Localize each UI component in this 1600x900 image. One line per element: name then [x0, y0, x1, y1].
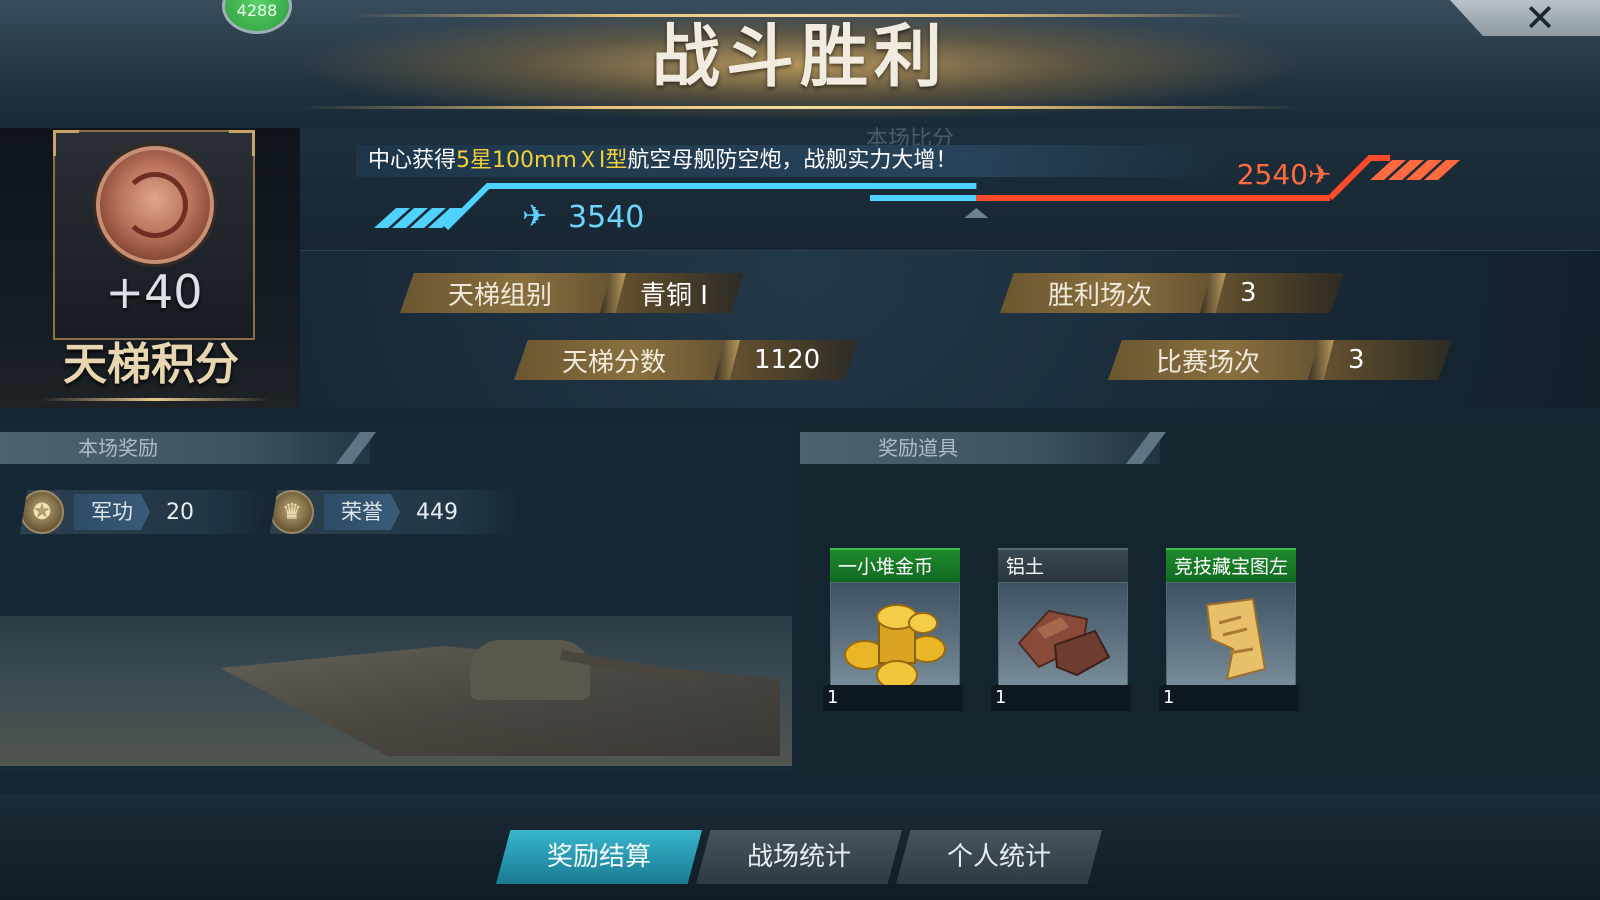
item-quantity: 1 — [991, 685, 1131, 711]
tab-reward-settlement[interactable]: 奖励结算 — [496, 830, 702, 884]
battleship-turret — [470, 640, 590, 700]
item-image: 1 — [991, 582, 1131, 711]
blue-team-score: 3540 — [568, 200, 645, 235]
blue-slope — [443, 183, 510, 231]
blue-team-aircraft-icon: ✈ — [522, 199, 548, 234]
close-icon[interactable]: ✕ — [1520, 0, 1560, 37]
ladder-points-label: 天梯积分 — [63, 339, 239, 390]
red-team-score: 2540 — [1236, 158, 1308, 191]
frame-corner-top-left — [53, 130, 79, 156]
tab-battle-stats[interactable]: 战场统计 — [696, 830, 902, 884]
ladder-group-label: 天梯组别 — [447, 280, 552, 311]
match-rewards-title: 本场奖励 — [78, 436, 158, 460]
merit-medal-icon: ✪ — [20, 490, 64, 534]
pill-divider — [1308, 340, 1334, 380]
reward-item-card[interactable]: 竞技藏宝图左 1 — [1159, 548, 1299, 712]
red-team-aircraft-icon: ✈ — [1308, 158, 1332, 191]
pill-divider — [600, 273, 626, 313]
tab-personal-stats[interactable]: 个人统计 — [896, 830, 1102, 884]
item-image: 1 — [1159, 582, 1299, 711]
reward-item-card[interactable]: 铝土 1 — [991, 548, 1131, 712]
pill-divider — [1200, 273, 1226, 313]
gold-coins-icon — [844, 604, 946, 690]
wins-pill: 胜利场次 3 — [1000, 273, 1344, 313]
wins-label: 胜利场次 — [1047, 280, 1152, 311]
ladder-score-value: 1120 — [754, 345, 821, 375]
matches-value: 3 — [1348, 345, 1365, 375]
merit-reward: ✪ 军功 20 — [20, 490, 266, 534]
reward-item-card[interactable]: 一小堆金币 1 — [823, 548, 963, 712]
merit-value: 20 — [166, 499, 194, 525]
honor-eagle-icon: ♛ — [270, 490, 314, 534]
ladder-group-value: 青铜 I — [640, 280, 708, 311]
item-name: 铝土 — [998, 548, 1128, 582]
ladder-group-pill: 天梯组别 青铜 I — [400, 273, 744, 313]
emblem-underline — [40, 398, 270, 401]
honor-value: 449 — [416, 499, 458, 525]
treasure-map-icon — [1205, 597, 1267, 681]
ladder-score-pill: 天梯分数 1120 — [514, 340, 858, 380]
matches-pill: 比赛场次 3 — [1108, 340, 1452, 380]
medal-swirl — [122, 172, 188, 238]
frame-corner-top-right — [229, 130, 255, 156]
item-name: 竞技藏宝图左 — [1166, 548, 1296, 582]
item-quantity: 1 — [1159, 685, 1299, 711]
score-ratio-marker — [964, 208, 989, 218]
matches-label: 比赛场次 — [1155, 347, 1260, 378]
match-rewards-header: 本场奖励 — [0, 432, 370, 464]
item-name: 一小堆金币 — [830, 548, 960, 582]
item-image: 1 — [823, 582, 963, 711]
item-quantity: 1 — [823, 685, 963, 711]
honor-label: 荣誉 — [324, 494, 400, 530]
reward-items-title: 奖励道具 — [878, 436, 958, 460]
victory-title: 战斗胜利 — [651, 18, 948, 97]
honor-reward: ♛ 荣誉 449 — [270, 490, 520, 534]
ladder-points-gain: +40 — [105, 265, 203, 319]
reward-items-header: 奖励道具 — [800, 432, 1160, 464]
pill-divider — [714, 340, 740, 380]
header-top-gold-line — [350, 14, 1250, 17]
bauxite-ore-icon — [1017, 609, 1111, 677]
merit-label: 军功 — [74, 494, 150, 530]
ladder-score-label: 天梯分数 — [561, 347, 666, 378]
header-bottom-gold-line — [300, 106, 1300, 109]
wins-value: 3 — [1240, 278, 1257, 308]
score-section-divider — [300, 250, 1600, 251]
